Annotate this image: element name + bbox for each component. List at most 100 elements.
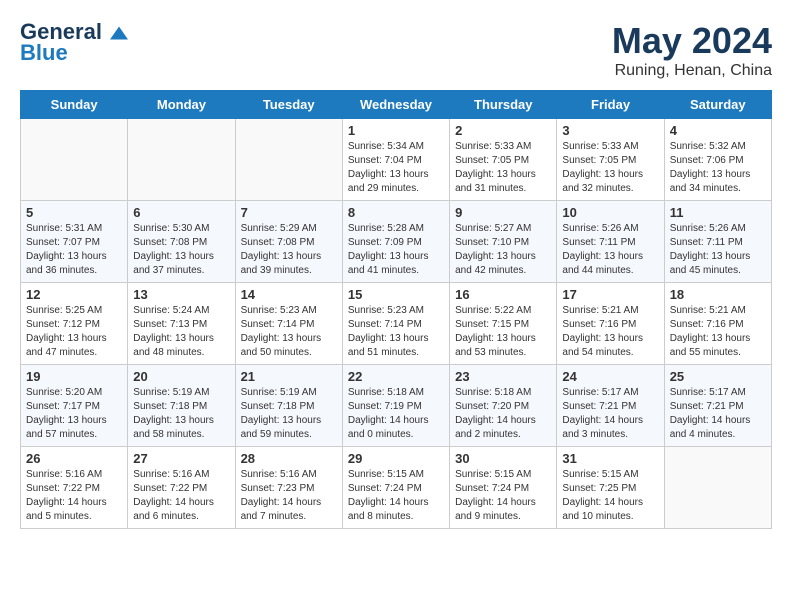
day-number: 24 xyxy=(562,369,658,384)
day-detail: Sunrise: 5:34 AM Sunset: 7:04 PM Dayligh… xyxy=(348,140,444,196)
calendar-cell: 16 Sunrise: 5:22 AM Sunset: 7:15 PM Dayli… xyxy=(450,283,557,365)
logo-icon xyxy=(110,26,128,40)
day-number: 18 xyxy=(670,287,766,302)
location: Runing, Henan, China xyxy=(612,62,772,80)
calendar-cell: 14 Sunrise: 5:23 AM Sunset: 7:14 PM Dayli… xyxy=(235,283,342,365)
day-detail: Sunrise: 5:25 AM Sunset: 7:12 PM Dayligh… xyxy=(26,304,122,360)
calendar-cell: 28 Sunrise: 5:16 AM Sunset: 7:23 PM Dayli… xyxy=(235,447,342,529)
day-detail: Sunrise: 5:18 AM Sunset: 7:20 PM Dayligh… xyxy=(455,386,551,442)
day-number: 25 xyxy=(670,369,766,384)
calendar-cell: 9 Sunrise: 5:27 AM Sunset: 7:10 PM Daylig… xyxy=(450,201,557,283)
title-area: May 2024 Runing, Henan, China xyxy=(612,20,772,80)
logo-blue: Blue xyxy=(20,40,68,66)
day-number: 3 xyxy=(562,123,658,138)
calendar-cell: 20 Sunrise: 5:19 AM Sunset: 7:18 PM Dayli… xyxy=(128,365,235,447)
weekday-header-friday: Friday xyxy=(557,91,664,119)
day-detail: Sunrise: 5:28 AM Sunset: 7:09 PM Dayligh… xyxy=(348,222,444,278)
day-detail: Sunrise: 5:18 AM Sunset: 7:19 PM Dayligh… xyxy=(348,386,444,442)
calendar: SundayMondayTuesdayWednesdayThursdayFrid… xyxy=(20,90,772,529)
calendar-cell: 7 Sunrise: 5:29 AM Sunset: 7:08 PM Daylig… xyxy=(235,201,342,283)
week-row-4: 19Sunrise: 5:20 AM Sunset: 7:17 PM Dayli… xyxy=(21,365,772,447)
calendar-cell: 11 Sunrise: 5:26 AM Sunset: 7:11 PM Dayli… xyxy=(664,201,771,283)
day-detail: Sunrise: 5:17 AM Sunset: 7:21 PM Dayligh… xyxy=(670,386,766,442)
day-number: 26 xyxy=(26,451,122,466)
day-number: 23 xyxy=(455,369,551,384)
day-number: 14 xyxy=(241,287,337,302)
calendar-cell: 10 Sunrise: 5:26 AM Sunset: 7:11 PM Dayli… xyxy=(557,201,664,283)
day-detail: Sunrise: 5:15 AM Sunset: 7:24 PM Dayligh… xyxy=(455,468,551,524)
day-detail: Sunrise: 5:23 AM Sunset: 7:14 PM Dayligh… xyxy=(241,304,337,360)
calendar-cell xyxy=(664,447,771,529)
logo: General Blue xyxy=(20,20,128,66)
weekday-header-sunday: Sunday xyxy=(21,91,128,119)
day-number: 15 xyxy=(348,287,444,302)
calendar-cell: 4Sunrise: 5:32 AM Sunset: 7:06 PM Daylig… xyxy=(664,119,771,201)
day-detail: Sunrise: 5:31 AM Sunset: 7:07 PM Dayligh… xyxy=(26,222,122,278)
day-detail: Sunrise: 5:26 AM Sunset: 7:11 PM Dayligh… xyxy=(670,222,766,278)
day-number: 12 xyxy=(26,287,122,302)
calendar-cell: 30 Sunrise: 5:15 AM Sunset: 7:24 PM Dayli… xyxy=(450,447,557,529)
calendar-cell: 13Sunrise: 5:24 AM Sunset: 7:13 PM Dayli… xyxy=(128,283,235,365)
weekday-header-monday: Monday xyxy=(128,91,235,119)
week-row-3: 12 Sunrise: 5:25 AM Sunset: 7:12 PM Dayli… xyxy=(21,283,772,365)
day-number: 17 xyxy=(562,287,658,302)
day-number: 27 xyxy=(133,451,229,466)
calendar-cell: 19Sunrise: 5:20 AM Sunset: 7:17 PM Dayli… xyxy=(21,365,128,447)
calendar-cell: 25 Sunrise: 5:17 AM Sunset: 7:21 PM Dayli… xyxy=(664,365,771,447)
day-number: 16 xyxy=(455,287,551,302)
calendar-cell: 24Sunrise: 5:17 AM Sunset: 7:21 PM Dayli… xyxy=(557,365,664,447)
day-detail: Sunrise: 5:21 AM Sunset: 7:16 PM Dayligh… xyxy=(670,304,766,360)
week-row-2: 5Sunrise: 5:31 AM Sunset: 7:07 PM Daylig… xyxy=(21,201,772,283)
day-number: 1 xyxy=(348,123,444,138)
day-detail: Sunrise: 5:21 AM Sunset: 7:16 PM Dayligh… xyxy=(562,304,658,360)
day-detail: Sunrise: 5:15 AM Sunset: 7:24 PM Dayligh… xyxy=(348,468,444,524)
day-detail: Sunrise: 5:19 AM Sunset: 7:18 PM Dayligh… xyxy=(133,386,229,442)
calendar-cell: 18 Sunrise: 5:21 AM Sunset: 7:16 PM Dayli… xyxy=(664,283,771,365)
day-detail: Sunrise: 5:29 AM Sunset: 7:08 PM Dayligh… xyxy=(241,222,337,278)
day-number: 4 xyxy=(670,123,766,138)
calendar-cell: 26 Sunrise: 5:16 AM Sunset: 7:22 PM Dayli… xyxy=(21,447,128,529)
calendar-cell: 31Sunrise: 5:15 AM Sunset: 7:25 PM Dayli… xyxy=(557,447,664,529)
day-detail: Sunrise: 5:23 AM Sunset: 7:14 PM Dayligh… xyxy=(348,304,444,360)
day-detail: Sunrise: 5:16 AM Sunset: 7:22 PM Dayligh… xyxy=(26,468,122,524)
day-number: 28 xyxy=(241,451,337,466)
week-row-5: 26 Sunrise: 5:16 AM Sunset: 7:22 PM Dayli… xyxy=(21,447,772,529)
day-number: 29 xyxy=(348,451,444,466)
day-number: 22 xyxy=(348,369,444,384)
weekday-header-wednesday: Wednesday xyxy=(342,91,449,119)
day-number: 13 xyxy=(133,287,229,302)
day-number: 30 xyxy=(455,451,551,466)
calendar-cell xyxy=(128,119,235,201)
day-number: 11 xyxy=(670,205,766,220)
day-number: 31 xyxy=(562,451,658,466)
day-number: 10 xyxy=(562,205,658,220)
calendar-cell: 8Sunrise: 5:28 AM Sunset: 7:09 PM Daylig… xyxy=(342,201,449,283)
weekday-header-tuesday: Tuesday xyxy=(235,91,342,119)
month-title: May 2024 xyxy=(612,20,772,62)
day-number: 20 xyxy=(133,369,229,384)
week-row-1: 1 Sunrise: 5:34 AM Sunset: 7:04 PM Daylig… xyxy=(21,119,772,201)
calendar-cell: 1 Sunrise: 5:34 AM Sunset: 7:04 PM Daylig… xyxy=(342,119,449,201)
day-number: 2 xyxy=(455,123,551,138)
calendar-cell: 3 Sunrise: 5:33 AM Sunset: 7:05 PM Daylig… xyxy=(557,119,664,201)
day-number: 19 xyxy=(26,369,122,384)
day-detail: Sunrise: 5:26 AM Sunset: 7:11 PM Dayligh… xyxy=(562,222,658,278)
day-detail: Sunrise: 5:16 AM Sunset: 7:23 PM Dayligh… xyxy=(241,468,337,524)
day-number: 9 xyxy=(455,205,551,220)
calendar-cell: 23 Sunrise: 5:18 AM Sunset: 7:20 PM Dayli… xyxy=(450,365,557,447)
calendar-cell: 27 Sunrise: 5:16 AM Sunset: 7:22 PM Dayli… xyxy=(128,447,235,529)
calendar-cell: 22 Sunrise: 5:18 AM Sunset: 7:19 PM Dayli… xyxy=(342,365,449,447)
day-detail: Sunrise: 5:27 AM Sunset: 7:10 PM Dayligh… xyxy=(455,222,551,278)
calendar-cell: 6 Sunrise: 5:30 AM Sunset: 7:08 PM Daylig… xyxy=(128,201,235,283)
day-detail: Sunrise: 5:30 AM Sunset: 7:08 PM Dayligh… xyxy=(133,222,229,278)
weekday-header-thursday: Thursday xyxy=(450,91,557,119)
day-detail: Sunrise: 5:16 AM Sunset: 7:22 PM Dayligh… xyxy=(133,468,229,524)
header: General Blue May 2024 Runing, Henan, Chi… xyxy=(20,20,772,80)
day-detail: Sunrise: 5:33 AM Sunset: 7:05 PM Dayligh… xyxy=(562,140,658,196)
day-number: 6 xyxy=(133,205,229,220)
calendar-cell: 12 Sunrise: 5:25 AM Sunset: 7:12 PM Dayli… xyxy=(21,283,128,365)
day-detail: Sunrise: 5:22 AM Sunset: 7:15 PM Dayligh… xyxy=(455,304,551,360)
day-detail: Sunrise: 5:33 AM Sunset: 7:05 PM Dayligh… xyxy=(455,140,551,196)
calendar-cell: 29 Sunrise: 5:15 AM Sunset: 7:24 PM Dayli… xyxy=(342,447,449,529)
day-number: 7 xyxy=(241,205,337,220)
